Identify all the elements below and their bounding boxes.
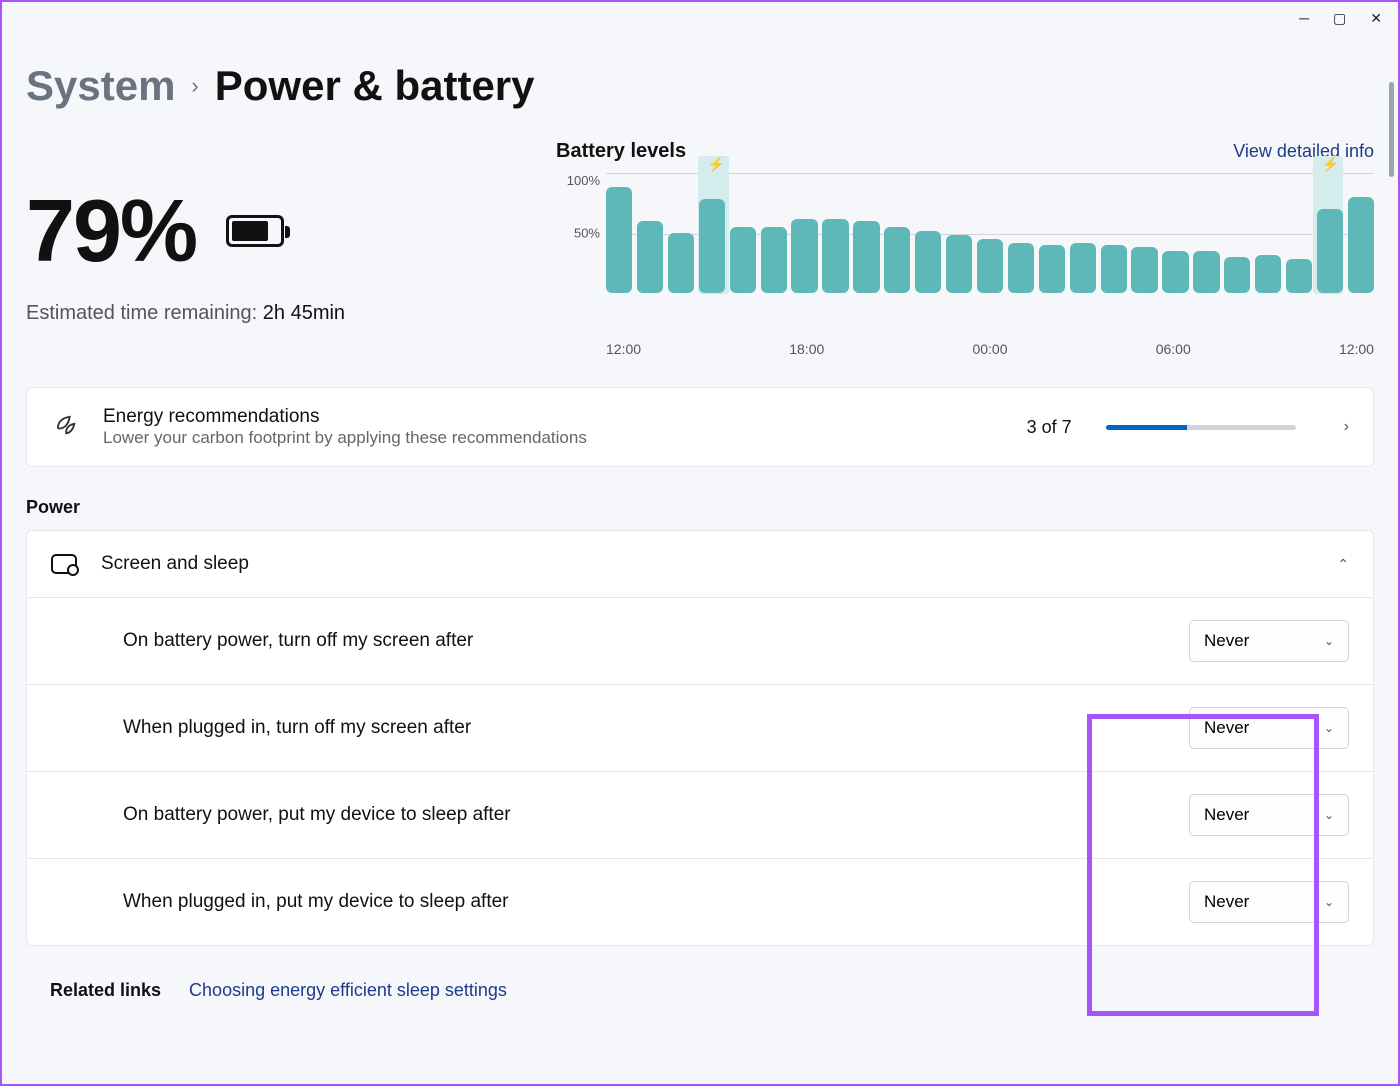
chart-bar (946, 235, 972, 293)
chart-bar (822, 219, 848, 293)
chart-bar (761, 227, 787, 293)
chart-bar (1008, 243, 1034, 293)
chart-xtick: 12:00 (1339, 341, 1374, 357)
select-value: Never (1204, 892, 1249, 912)
chart-bar (606, 187, 632, 293)
battery-percent: 79% (26, 180, 196, 282)
setting-label: On battery power, turn off my screen aft… (123, 630, 1189, 652)
chart-bar (791, 219, 817, 293)
leaf-icon (51, 411, 79, 444)
chart-bar (1317, 209, 1343, 293)
chart-bar (977, 239, 1003, 293)
related-link[interactable]: Choosing energy efficient sleep settings (189, 980, 507, 1001)
setting-select[interactable]: Never ⌄ (1189, 881, 1349, 923)
battery-icon (226, 215, 284, 247)
setting-row: On battery power, put my device to sleep… (27, 772, 1373, 859)
energy-rec-title: Energy recommendations (103, 406, 1003, 428)
screen-sleep-card: Screen and sleep ⌃ On battery power, tur… (26, 530, 1374, 946)
setting-label: On battery power, put my device to sleep… (123, 804, 1189, 826)
estimated-time-value: 2h 45min (263, 302, 345, 324)
chart-bar (884, 227, 910, 293)
screen-icon (51, 554, 77, 574)
select-value: Never (1204, 805, 1249, 825)
chart-xtick: 18:00 (789, 341, 824, 357)
power-section-label: Power (26, 497, 1374, 518)
setting-label: When plugged in, turn off my screen afte… (123, 717, 1189, 739)
setting-row: On battery power, turn off my screen aft… (27, 598, 1373, 685)
chart-bar (637, 221, 663, 293)
chevron-down-icon: ⌄ (1324, 721, 1334, 735)
chart-bar (1193, 251, 1219, 293)
chevron-down-icon: ⌄ (1324, 634, 1334, 648)
chevron-right-icon: › (1344, 418, 1349, 436)
related-links-label: Related links (50, 980, 161, 1001)
chart-bar (915, 231, 941, 293)
chart-bar (1162, 251, 1188, 293)
close-button[interactable]: ✕ (1370, 10, 1382, 27)
lightning-icon: ⚡ (708, 156, 725, 173)
chart-xtick: 00:00 (972, 341, 1007, 357)
select-value: Never (1204, 718, 1249, 738)
view-detailed-info-link[interactable]: View detailed info (1233, 141, 1374, 162)
chart-title: Battery levels (556, 140, 686, 163)
chart-xtick: 06:00 (1156, 341, 1191, 357)
chart-bar (730, 227, 756, 293)
screen-sleep-header[interactable]: Screen and sleep ⌃ (27, 531, 1373, 598)
scrollbar[interactable] (1389, 82, 1394, 177)
minimize-button[interactable]: ─ (1299, 10, 1309, 27)
setting-row: When plugged in, turn off my screen afte… (27, 685, 1373, 772)
setting-label: When plugged in, put my device to sleep … (123, 891, 1189, 913)
chart-bar (1224, 257, 1250, 293)
chart-bar (699, 199, 725, 293)
energy-recommendations-card[interactable]: Energy recommendations Lower your carbon… (26, 387, 1374, 467)
chevron-down-icon: ⌄ (1324, 808, 1334, 822)
energy-rec-subtitle: Lower your carbon footprint by applying … (103, 428, 1003, 448)
chart-bar (1255, 255, 1281, 293)
breadcrumb-parent[interactable]: System (26, 62, 175, 110)
chart-ytick: 100% (567, 173, 600, 188)
page-title: Power & battery (215, 62, 535, 110)
setting-select[interactable]: Never ⌄ (1189, 707, 1349, 749)
chart-bar (1070, 243, 1096, 293)
chart-bar (1101, 245, 1127, 293)
lightning-icon: ⚡ (1322, 156, 1339, 173)
setting-select[interactable]: Never ⌄ (1189, 794, 1349, 836)
chart-bar (853, 221, 879, 293)
chart-bar (1286, 259, 1312, 293)
battery-chart: ⚡⚡ (606, 173, 1374, 293)
setting-select[interactable]: Never ⌄ (1189, 620, 1349, 662)
maximize-button[interactable]: ▢ (1333, 10, 1346, 27)
chart-bar (1131, 247, 1157, 293)
breadcrumb: System › Power & battery (26, 62, 1374, 110)
energy-rec-progress (1106, 425, 1296, 430)
setting-row: When plugged in, put my device to sleep … (27, 859, 1373, 945)
select-value: Never (1204, 631, 1249, 651)
chart-xtick: 12:00 (606, 341, 641, 357)
chart-bar (1348, 197, 1374, 293)
chart-bar (668, 233, 694, 293)
screen-sleep-title: Screen and sleep (101, 553, 1313, 575)
chevron-down-icon: ⌄ (1324, 895, 1334, 909)
estimated-time-label: Estimated time remaining: (26, 302, 257, 324)
chart-ytick: 50% (574, 226, 600, 241)
chart-bar (1039, 245, 1065, 293)
chevron-right-icon: › (191, 73, 198, 99)
energy-rec-count: 3 of 7 (1027, 417, 1072, 438)
chevron-up-icon: ⌃ (1337, 556, 1349, 573)
